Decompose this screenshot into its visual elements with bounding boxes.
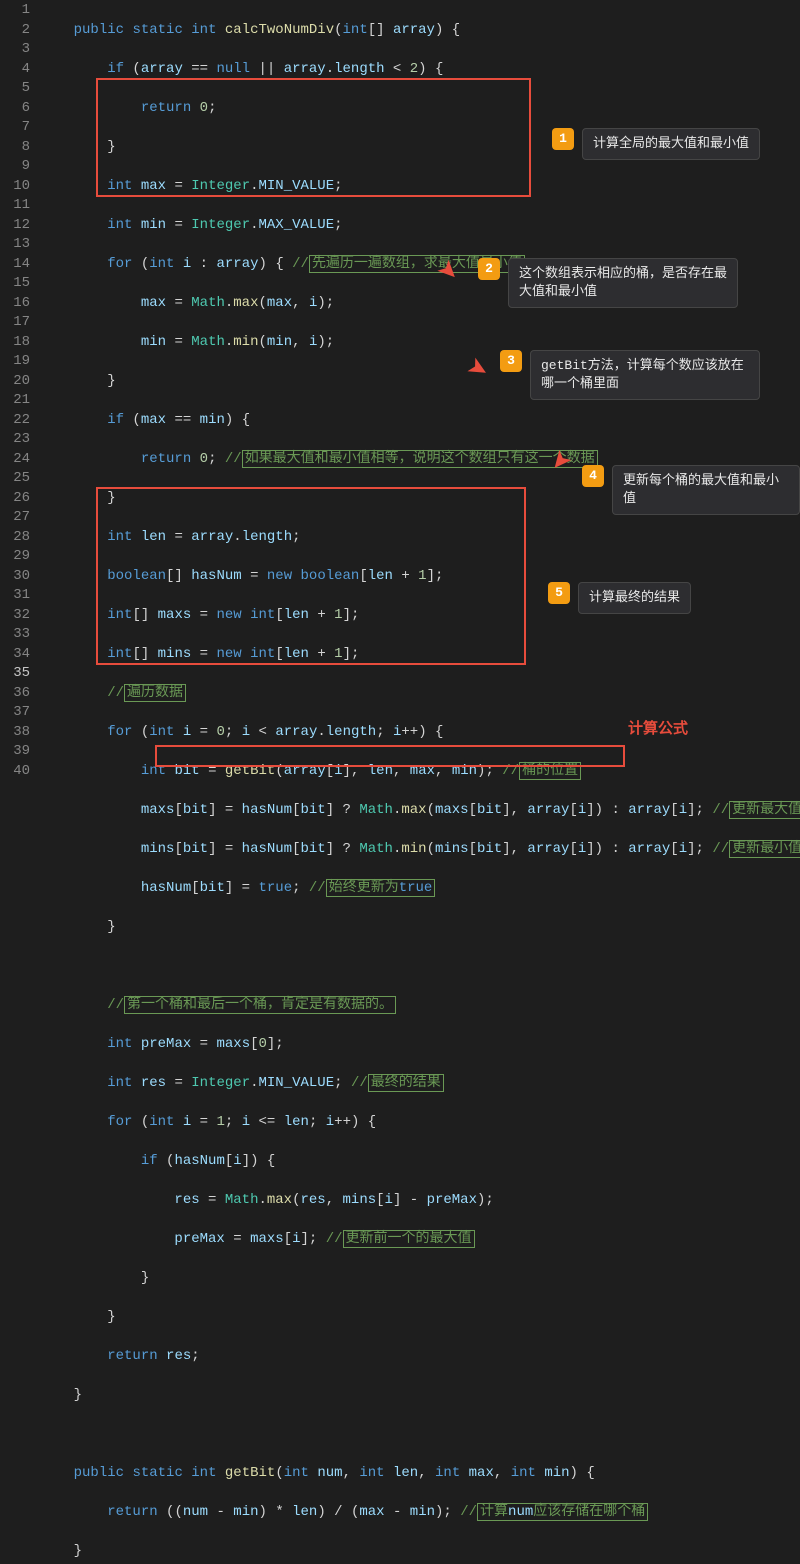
annotation-badge: 3 <box>500 350 522 372</box>
code-line: //遍历数据 <box>40 684 800 704</box>
code-line: if (max == min) { <box>40 411 800 431</box>
code-line: hasNum[bit] = true; //始终更新为true <box>40 879 800 899</box>
code-line: for (int i = 1; i <= len; i++) { <box>40 1113 800 1133</box>
code-line: public static int getBit(int num, int le… <box>40 1464 800 1484</box>
highlight-box-3 <box>155 745 625 767</box>
annotation-badge: 2 <box>478 258 500 280</box>
annotation-3: 3 getBit方法，计算每个数应该放在哪一个桶里面 <box>500 350 760 400</box>
annotation-text: 计算全局的最大值和最小值 <box>582 128 760 160</box>
code-line: int preMax = maxs[0]; <box>40 1035 800 1055</box>
annotation-2: 2 这个数组表示相应的桶，是否存在最大值和最小值 <box>478 258 738 308</box>
code-line: public static int calcTwoNumDiv(int[] ar… <box>40 21 800 41</box>
highlight-box-1 <box>96 78 531 197</box>
code-line: int min = Integer.MAX_VALUE; <box>40 216 800 236</box>
code-line: } <box>40 1269 800 1289</box>
annotation-text: 这个数组表示相应的桶，是否存在最大值和最小值 <box>508 258 738 308</box>
code-line: maxs[bit] = hasNum[bit] ? Math.max(maxs[… <box>40 801 800 821</box>
annotation-text: getBit方法，计算每个数应该放在哪一个桶里面 <box>530 350 760 400</box>
code-line <box>40 1425 800 1445</box>
annotation-text: 计算最终的结果 <box>578 582 691 614</box>
annotation-4: 4 更新每个桶的最大值和最小值 <box>582 465 800 515</box>
annotation-badge: 4 <box>582 465 604 487</box>
code-line: if (hasNum[i]) { <box>40 1152 800 1172</box>
code-line: int res = Integer.MIN_VALUE; //最终的结果 <box>40 1074 800 1094</box>
code-line: } <box>40 1542 800 1562</box>
annotation-badge: 5 <box>548 582 570 604</box>
code-line: mins[bit] = hasNum[bit] ? Math.min(mins[… <box>40 840 800 860</box>
formula-label: 计算公式 <box>628 720 688 740</box>
line-gutter: 1234567891011121314151617181920212223242… <box>0 0 40 782</box>
code-line: return res; <box>40 1347 800 1367</box>
code-line: } <box>40 1386 800 1406</box>
code-line: preMax = maxs[i]; //更新前一个的最大值 <box>40 1230 800 1250</box>
annotation-text: 更新每个桶的最大值和最小值 <box>612 465 800 515</box>
code-line: } <box>40 918 800 938</box>
annotation-badge: 1 <box>552 128 574 150</box>
highlight-box-2 <box>96 487 526 665</box>
code-line: } <box>40 1308 800 1328</box>
code-line <box>40 957 800 977</box>
code-line: res = Math.max(res, mins[i] - preMax); <box>40 1191 800 1211</box>
code-line: return ((num - min) * len) / (max - min)… <box>40 1503 800 1523</box>
annotation-1: 1 计算全局的最大值和最小值 <box>552 128 760 160</box>
code-line: if (array == null || array.length < 2) { <box>40 60 800 80</box>
annotation-5: 5 计算最终的结果 <box>548 582 691 614</box>
code-line: //第一个桶和最后一个桶，肯定是有数据的。 <box>40 996 800 1016</box>
